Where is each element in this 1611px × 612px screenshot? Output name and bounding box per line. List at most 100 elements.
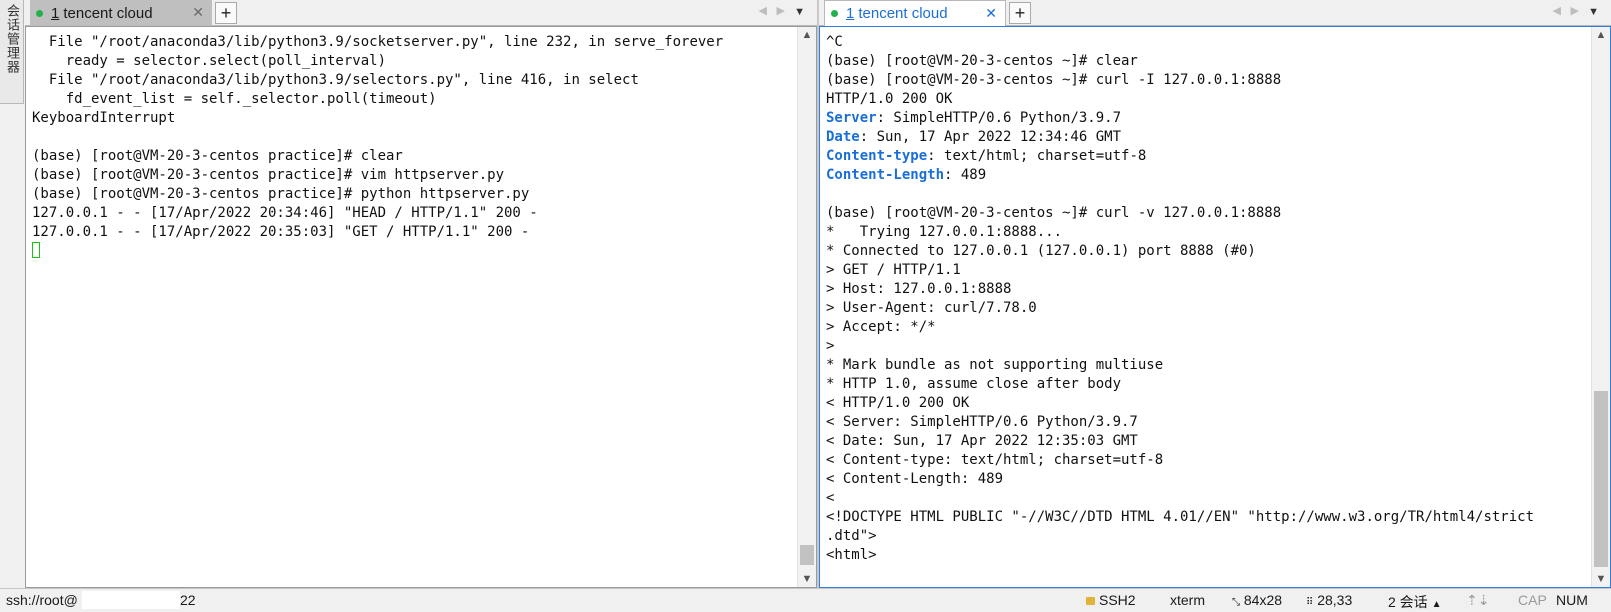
session-menu-icon: ▲ (1431, 599, 1442, 610)
terminal-line: KeyboardInterrupt (32, 110, 176, 126)
lock-icon (1086, 597, 1095, 605)
terminal-line: < Server: SimpleHTTP/0.6 Python/3.9.7 (826, 414, 1138, 430)
terminal-line: < (826, 490, 835, 506)
right-terminal-output[interactable]: ^C (base) [root@VM-20-3-centos ~]# clear (… (819, 26, 1611, 588)
tab-title: tencent cloud (63, 4, 153, 22)
terminal-size-icon: ⤡ (1232, 597, 1240, 608)
tab-scroll-left-icon[interactable]: ◀ (1553, 4, 1561, 17)
cursor-position-label: 28,33 (1317, 592, 1353, 608)
left-terminal-scrollbar[interactable]: ▲ ▼ (797, 27, 816, 587)
caps-lock-indicator: CAP (1518, 592, 1547, 608)
right-terminal-scrollbar[interactable]: ▲ ▼ (1591, 27, 1610, 587)
right-terminal-pane: 1 tencent cloud ✕ + ◀ ▶ ▼ ^C (base) [root… (819, 0, 1611, 588)
protocol-indicator: SSH2 (1086, 592, 1136, 608)
tab-list-menu-icon[interactable]: ▼ (1588, 6, 1599, 18)
tab-scroll-left-icon[interactable]: ◀ (759, 4, 767, 17)
close-tab-icon[interactable]: ✕ (192, 4, 204, 21)
session-manager-sidebar-tab[interactable]: 会话管理器 (0, 0, 24, 104)
tab-number: 1 (846, 5, 855, 22)
terminal-line: (base) [root@VM-20-3-centos practice]# p… (32, 186, 530, 202)
new-tab-button[interactable]: + (215, 2, 237, 24)
terminal-line: < Content-Length: 489 (826, 471, 1004, 487)
terminal-line: (base) [root@VM-20-3-centos practice]# v… (32, 167, 505, 183)
scroll-down-icon[interactable]: ▼ (798, 573, 816, 585)
terminal-line: 127.0.0.1 - - [17/Apr/2022 20:34:46] "HE… (32, 205, 538, 221)
session-nav[interactable]: ⇡⇣ (1466, 592, 1489, 609)
terminal-line: > (826, 338, 835, 354)
header-name: Date (826, 129, 860, 145)
terminal-cursor (32, 242, 40, 258)
terminal-line: < Content-type: text/html; charset=utf-8 (826, 452, 1164, 468)
session-count[interactable]: 2 会话 ▲ (1388, 592, 1441, 612)
header-value: : 489 (944, 167, 987, 183)
terminal-line: Server: SimpleHTTP/0.6 Python/3.9.7 (826, 109, 1590, 128)
left-terminal-output[interactable]: File "/root/anaconda3/lib/python3.9/sock… (25, 26, 817, 588)
terminal-line: Date: Sun, 17 Apr 2022 12:34:46 GMT (826, 128, 1590, 147)
terminal-line: < HTTP/1.0 200 OK (826, 395, 970, 411)
session-down-icon[interactable]: ⇣ (1478, 592, 1490, 608)
terminal-prompt-line (32, 242, 796, 261)
connected-status-icon (831, 10, 838, 17)
scroll-up-icon[interactable]: ▲ (798, 29, 816, 41)
terminal-line: > User-Agent: curl/7.78.0 (826, 300, 1037, 316)
left-terminal-pane: 1 tencent cloud ✕ + ◀ ▶ ▼ File "/root/an… (25, 0, 817, 588)
terminal-size-label: 84x28 (1243, 592, 1283, 608)
scroll-up-icon[interactable]: ▲ (1592, 29, 1610, 41)
terminal-line: * Connected to 127.0.0.1 (127.0.0.1) por… (826, 243, 1256, 259)
connection-port: 22 (180, 592, 196, 608)
session-up-icon[interactable]: ⇡ (1466, 592, 1478, 608)
tab-number: 1 (51, 4, 60, 22)
terminal-line: (base) [root@VM-20-3-centos ~]# curl -v … (826, 205, 1282, 221)
left-session-tab[interactable]: 1 tencent cloud ✕ (30, 0, 212, 26)
terminal-line: ^C (826, 34, 843, 50)
terminal-line: .dtd"> (826, 528, 877, 544)
tab-title: tencent cloud (858, 5, 948, 22)
connected-status-icon (36, 9, 43, 17)
terminal-line: <!DOCTYPE HTML PUBLIC "-//W3C//DTD HTML … (826, 509, 1535, 525)
terminal-line: Content-Length: 489 (826, 166, 1590, 185)
terminal-line: > Accept: */* (826, 319, 936, 335)
close-tab-icon[interactable]: ✕ (985, 5, 997, 22)
status-bar: ssh://root@ 22 SSH2 xterm ⤡ 84x28 ⠿ 28,3… (0, 588, 1611, 612)
terminal-line: (base) [root@VM-20-3-centos ~]# clear (826, 53, 1138, 69)
cursor-position: ⠿ 28,33 (1306, 592, 1352, 608)
terminal-line: ready = selector.select(poll_interval) (32, 53, 387, 69)
terminal-line: > Host: 127.0.0.1:8888 (826, 281, 1012, 297)
num-lock-indicator: NUM (1556, 592, 1588, 608)
terminal-line: (base) [root@VM-20-3-centos practice]# c… (32, 148, 403, 164)
scroll-thumb[interactable] (1594, 391, 1608, 567)
terminal-line: < Date: Sun, 17 Apr 2022 12:35:03 GMT (826, 433, 1138, 449)
header-value: : text/html; charset=utf-8 (927, 148, 1147, 164)
cursor-position-icon: ⠿ (1306, 597, 1314, 608)
terminal-line: Content-type: text/html; charset=utf-8 (826, 147, 1590, 166)
right-terminal-text: ^C (base) [root@VM-20-3-centos ~]# clear (… (826, 33, 1590, 565)
tab-scroll-right-icon[interactable]: ▶ (1571, 4, 1579, 17)
tab-list-menu-icon[interactable]: ▼ (794, 6, 805, 18)
header-name: Server (826, 110, 877, 126)
new-tab-button[interactable]: + (1009, 2, 1031, 24)
right-tab-bar: 1 tencent cloud ✕ + ◀ ▶ ▼ (819, 0, 1611, 26)
terminal-line: File "/root/anaconda3/lib/python3.9/sele… (32, 72, 639, 88)
scroll-thumb[interactable] (800, 545, 814, 565)
right-session-tab[interactable]: 1 tencent cloud ✕ (824, 0, 1006, 26)
session-manager-label: 会话管理器 (4, 4, 19, 74)
terminal-size: ⤡ 84x28 (1232, 592, 1282, 608)
terminal-line: 127.0.0.1 - - [17/Apr/2022 20:35:03] "GE… (32, 224, 530, 240)
terminal-line: * HTTP 1.0, assume close after body (826, 376, 1122, 392)
scroll-down-icon[interactable]: ▼ (1592, 573, 1610, 585)
terminal-line: fd_event_list = self._selector.poll(time… (32, 91, 437, 107)
header-value: : SimpleHTTP/0.6 Python/3.9.7 (876, 110, 1122, 126)
left-terminal-text: File "/root/anaconda3/lib/python3.9/sock… (32, 33, 796, 261)
header-name: Content-Length (826, 167, 945, 183)
terminal-line: <html> (826, 547, 877, 563)
session-count-label: 2 会话 (1388, 594, 1428, 610)
tab-scroll-right-icon[interactable]: ▶ (777, 4, 785, 17)
terminal-type: xterm (1170, 592, 1205, 608)
protocol-label: SSH2 (1099, 592, 1136, 608)
terminal-line: > GET / HTTP/1.1 (826, 262, 961, 278)
header-value: : Sun, 17 Apr 2022 12:34:46 GMT (859, 129, 1122, 145)
terminal-line: HTTP/1.0 200 OK (826, 91, 953, 107)
header-name: Content-type (826, 148, 928, 164)
